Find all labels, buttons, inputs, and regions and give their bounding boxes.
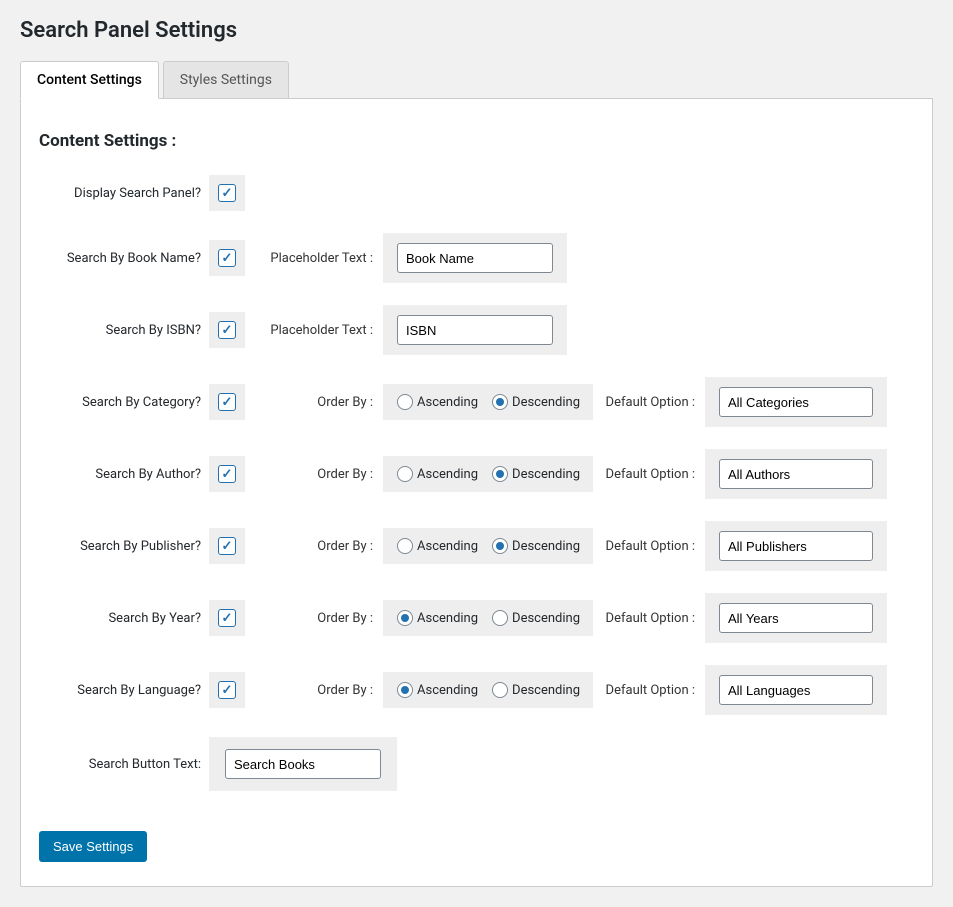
radio-author-desc[interactable]: Descending <box>492 466 580 482</box>
radio-year-asc[interactable]: Ascending <box>397 610 478 626</box>
radio-label: Descending <box>512 611 580 626</box>
page-title: Search Panel Settings <box>20 18 933 43</box>
label-default-option-year: Default Option : <box>593 611 705 626</box>
checkbox-display-search-panel[interactable] <box>218 184 236 202</box>
checkbox-search-by-language[interactable] <box>218 681 236 699</box>
checkbox-search-by-year[interactable] <box>218 609 236 627</box>
radio-author-asc[interactable]: Ascending <box>397 466 478 482</box>
input-default-year[interactable] <box>719 603 873 633</box>
section-title: Content Settings : <box>39 131 914 151</box>
checkbox-search-by-publisher[interactable] <box>218 537 236 555</box>
label-display-search-panel: Display Search Panel? <box>39 186 209 201</box>
tab-bar: Content Settings Styles Settings <box>20 61 933 99</box>
radio-category-asc[interactable]: Ascending <box>397 394 478 410</box>
radio-language-asc[interactable]: Ascending <box>397 682 478 698</box>
input-placeholder-isbn[interactable] <box>397 315 553 345</box>
tab-styles-settings[interactable]: Styles Settings <box>163 61 289 99</box>
checkbox-search-by-author[interactable] <box>218 465 236 483</box>
save-settings-button[interactable]: Save Settings <box>39 831 147 862</box>
label-search-by-category: Search By Category? <box>39 395 209 410</box>
radio-label: Ascending <box>417 395 478 410</box>
input-default-language[interactable] <box>719 675 873 705</box>
input-default-author[interactable] <box>719 459 873 489</box>
radio-label: Ascending <box>417 467 478 482</box>
label-default-option-author: Default Option : <box>593 467 705 482</box>
label-search-by-author: Search By Author? <box>39 467 209 482</box>
label-search-by-publisher: Search By Publisher? <box>39 539 209 554</box>
input-search-button-text[interactable] <box>225 749 381 779</box>
input-default-publisher[interactable] <box>719 531 873 561</box>
label-order-by-author: Order By : <box>261 467 383 482</box>
radio-category-desc[interactable]: Descending <box>492 394 580 410</box>
radio-publisher-asc[interactable]: Ascending <box>397 538 478 554</box>
label-placeholder-text-book-name: Placeholder Text : <box>261 251 383 266</box>
input-default-category[interactable] <box>719 387 873 417</box>
label-order-by-language: Order By : <box>261 683 383 698</box>
radio-year-desc[interactable]: Descending <box>492 610 580 626</box>
settings-panel: Content Settings : Display Search Panel?… <box>20 99 933 887</box>
label-order-by-year: Order By : <box>261 611 383 626</box>
radio-label: Descending <box>512 683 580 698</box>
checkbox-search-by-category[interactable] <box>218 393 236 411</box>
label-search-button-text: Search Button Text: <box>39 757 209 772</box>
label-search-by-year: Search By Year? <box>39 611 209 626</box>
label-default-option-publisher: Default Option : <box>593 539 705 554</box>
label-search-by-language: Search By Language? <box>39 683 209 698</box>
radio-label: Descending <box>512 539 580 554</box>
label-order-by-publisher: Order By : <box>261 539 383 554</box>
radio-label: Ascending <box>417 683 478 698</box>
label-default-option-language: Default Option : <box>593 683 705 698</box>
label-order-by-category: Order By : <box>261 395 383 410</box>
radio-label: Descending <box>512 467 580 482</box>
label-search-by-isbn: Search By ISBN? <box>39 323 209 338</box>
radio-publisher-desc[interactable]: Descending <box>492 538 580 554</box>
label-placeholder-text-isbn: Placeholder Text : <box>261 323 383 338</box>
radio-language-desc[interactable]: Descending <box>492 682 580 698</box>
radio-label: Ascending <box>417 611 478 626</box>
radio-label: Ascending <box>417 539 478 554</box>
checkbox-search-by-isbn[interactable] <box>218 321 236 339</box>
tab-content-settings[interactable]: Content Settings <box>20 61 159 99</box>
radio-label: Descending <box>512 395 580 410</box>
label-search-by-book-name: Search By Book Name? <box>39 251 209 266</box>
label-default-option-category: Default Option : <box>593 395 705 410</box>
checkbox-search-by-book-name[interactable] <box>218 249 236 267</box>
input-placeholder-book-name[interactable] <box>397 243 553 273</box>
